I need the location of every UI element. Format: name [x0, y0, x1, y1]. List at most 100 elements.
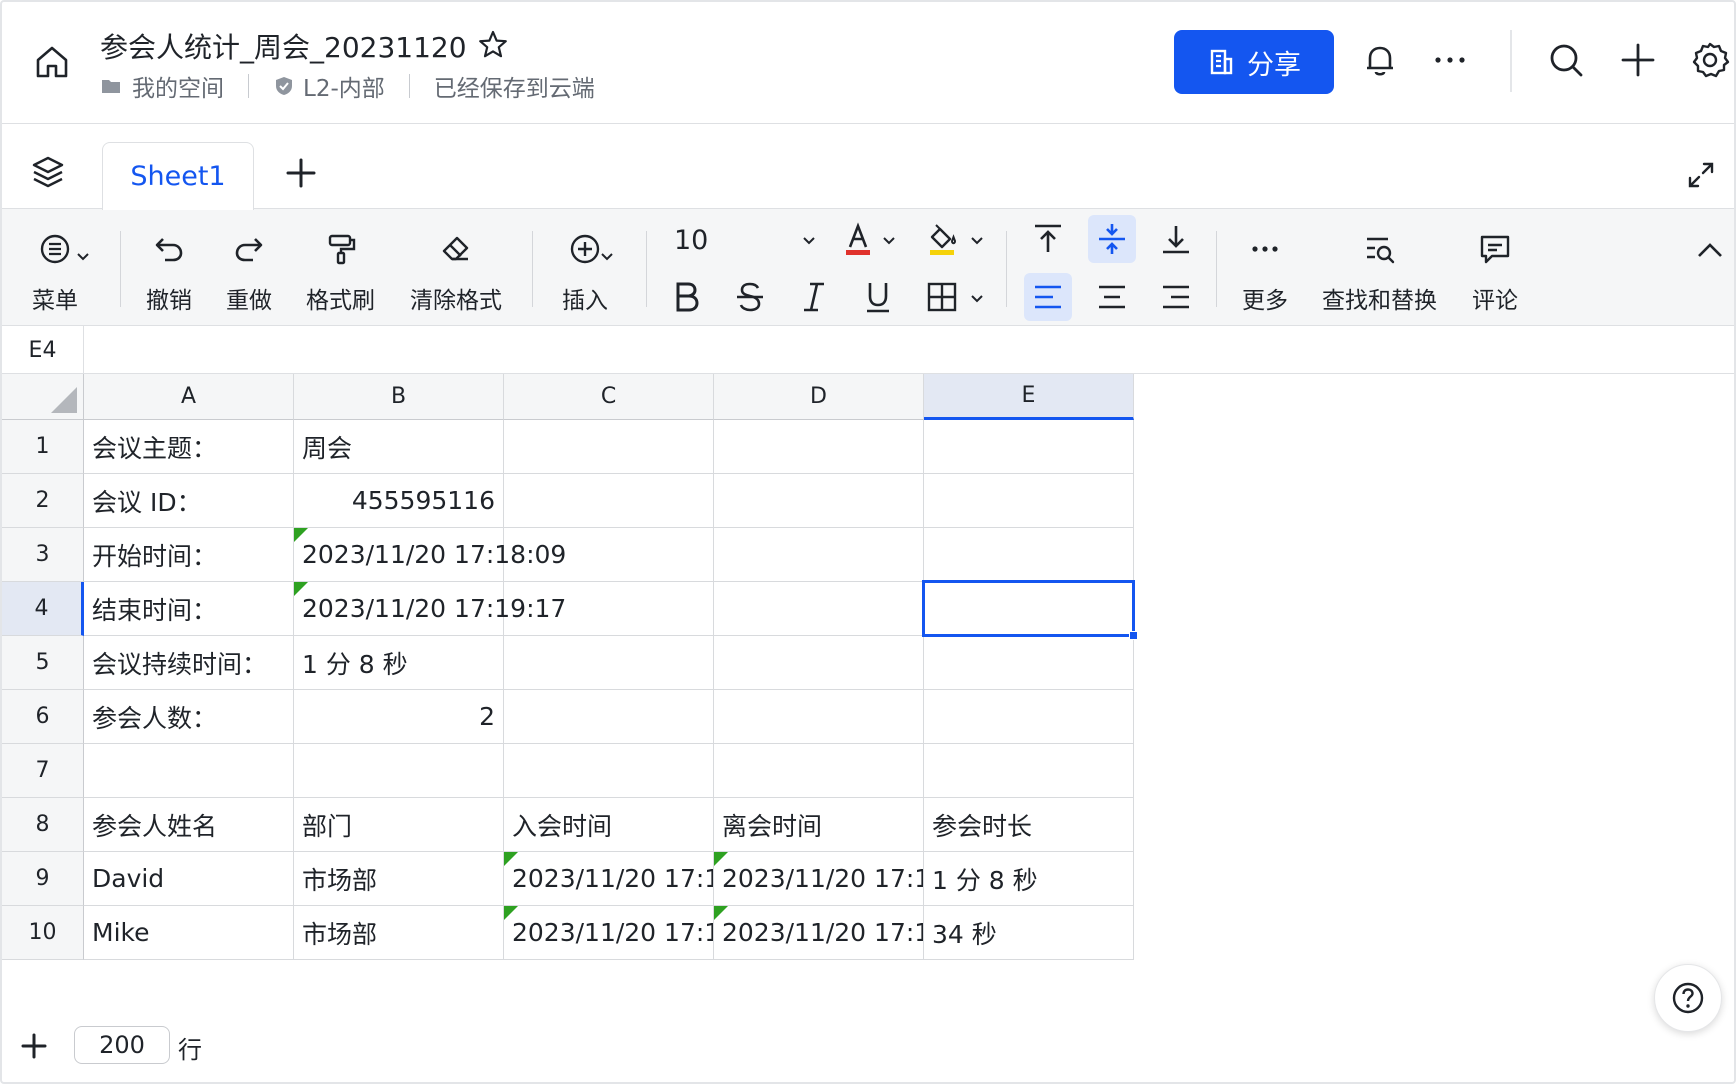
row-header-7[interactable]: 7 [2, 744, 84, 798]
cell-b10[interactable]: 市场部 [294, 906, 504, 960]
chevron-down-icon[interactable] [968, 231, 986, 249]
rows-count-input[interactable]: 200 [74, 1026, 170, 1064]
row-header-4[interactable]: 4 [2, 582, 84, 636]
cell-c7[interactable] [504, 744, 714, 798]
cell-a10[interactable]: Mike [84, 906, 294, 960]
column-header-e[interactable]: E [924, 374, 1134, 420]
cell-e8[interactable]: 参会时长 [924, 798, 1134, 852]
italic-icon[interactable] [796, 279, 832, 315]
menu-button[interactable]: 菜单 [32, 209, 78, 315]
cell-e2[interactable] [924, 474, 1134, 528]
cell-b7[interactable] [294, 744, 504, 798]
cell-a2[interactable]: 会议 ID： [84, 474, 294, 528]
home-icon[interactable] [32, 42, 72, 82]
plus-icon[interactable] [1618, 40, 1658, 80]
cell-d4[interactable] [714, 582, 924, 636]
align-right-icon[interactable] [1158, 279, 1194, 315]
select-all-corner[interactable] [2, 374, 84, 420]
cell-c6[interactable] [504, 690, 714, 744]
row-header-3[interactable]: 3 [2, 528, 84, 582]
cell-a7[interactable] [84, 744, 294, 798]
cell-b6[interactable]: 2 [294, 690, 504, 744]
cell-e1[interactable] [924, 420, 1134, 474]
cell-e9[interactable]: 1 分 8 秒 [924, 852, 1134, 906]
expand-icon[interactable] [1686, 160, 1716, 190]
collapse-toolbar-icon[interactable] [1692, 233, 1728, 269]
strikethrough-icon[interactable] [732, 279, 768, 315]
chevron-down-icon[interactable] [968, 289, 986, 307]
chevron-down-icon[interactable] [880, 231, 898, 249]
add-rows-icon[interactable] [20, 1032, 48, 1060]
cell-a6[interactable]: 参会人数： [84, 690, 294, 744]
cell-a1[interactable]: 会议主题： [84, 420, 294, 474]
redo-button[interactable]: 重做 [226, 209, 272, 315]
cell-b2[interactable]: 455595116 [294, 474, 504, 528]
cell-c2[interactable] [504, 474, 714, 528]
fill-handle[interactable] [1129, 631, 1138, 640]
cell-d3[interactable] [714, 528, 924, 582]
align-middle-icon[interactable] [1094, 221, 1130, 257]
layers-icon[interactable] [30, 154, 66, 190]
cell-e7[interactable] [924, 744, 1134, 798]
cell-d9[interactable]: 2023/11/20 17:19 [714, 852, 924, 906]
cell-e5[interactable] [924, 636, 1134, 690]
find-replace-button[interactable]: 查找和替换 [1322, 209, 1437, 315]
cell-b1[interactable]: 周会 [294, 420, 504, 474]
more-icon[interactable] [1430, 40, 1470, 80]
cell-b9[interactable]: 市场部 [294, 852, 504, 906]
bell-icon[interactable] [1360, 40, 1400, 80]
cell-d8[interactable]: 离会时间 [714, 798, 924, 852]
fill-color-icon[interactable] [924, 221, 960, 257]
cell-b3[interactable]: 2023/11/20 17:18:09 [294, 528, 566, 582]
column-header-a[interactable]: A [84, 374, 294, 420]
chevron-down-icon[interactable] [800, 231, 818, 249]
cell-a3[interactable]: 开始时间： [84, 528, 294, 582]
chevron-down-icon[interactable] [598, 247, 616, 265]
security-level[interactable]: L2-内部 [303, 69, 385, 103]
cell-b5[interactable]: 1 分 8 秒 [294, 636, 504, 690]
cell-d7[interactable] [714, 744, 924, 798]
column-header-c[interactable]: C [504, 374, 714, 420]
align-bottom-icon[interactable] [1158, 221, 1194, 257]
row-header-8[interactable]: 8 [2, 798, 84, 852]
column-header-d[interactable]: D [714, 374, 924, 420]
undo-button[interactable]: 撤销 [146, 209, 192, 315]
location-link[interactable]: 我的空间 [132, 69, 224, 103]
row-header-6[interactable]: 6 [2, 690, 84, 744]
star-icon[interactable] [476, 28, 510, 62]
font-color-icon[interactable] [840, 221, 876, 257]
tab-sheet1[interactable]: Sheet1 [102, 142, 254, 210]
bold-icon[interactable] [668, 279, 704, 315]
cell-d10[interactable]: 2023/11/20 17:19 [714, 906, 924, 960]
cell-b8[interactable]: 部门 [294, 798, 504, 852]
share-button[interactable]: 分享 [1174, 30, 1334, 94]
cell-d5[interactable] [714, 636, 924, 690]
cell-reference[interactable]: E4 [2, 326, 84, 374]
help-button[interactable] [1654, 964, 1722, 1032]
cell-d1[interactable] [714, 420, 924, 474]
align-center-icon[interactable] [1094, 279, 1130, 315]
cell-e3[interactable] [924, 528, 1134, 582]
cell-b4[interactable]: 2023/11/20 17:19:17 [294, 582, 566, 636]
cell-e10[interactable]: 34 秒 [924, 906, 1134, 960]
underline-icon[interactable] [860, 279, 896, 315]
chevron-down-icon[interactable] [74, 247, 92, 265]
cell-d6[interactable] [714, 690, 924, 744]
row-header-1[interactable]: 1 [2, 420, 84, 474]
row-header-5[interactable]: 5 [2, 636, 84, 690]
comment-button[interactable]: 评论 [1472, 209, 1518, 315]
cell-c8[interactable]: 入会时间 [504, 798, 714, 852]
add-sheet-icon[interactable] [284, 156, 318, 190]
gear-icon[interactable] [1690, 40, 1730, 80]
cell-e4[interactable] [924, 582, 1134, 636]
cell-a8[interactable]: 参会人姓名 [84, 798, 294, 852]
row-header-9[interactable]: 9 [2, 852, 84, 906]
row-header-10[interactable]: 10 [2, 906, 84, 960]
more-button[interactable]: 更多 [1242, 209, 1288, 315]
cell-a5[interactable]: 会议持续时间： [84, 636, 294, 690]
cell-c1[interactable] [504, 420, 714, 474]
search-icon[interactable] [1546, 40, 1586, 80]
font-size-select[interactable]: 10 [674, 225, 708, 256]
cell-c10[interactable]: 2023/11/20 17:18 [504, 906, 714, 960]
column-header-b[interactable]: B [294, 374, 504, 420]
